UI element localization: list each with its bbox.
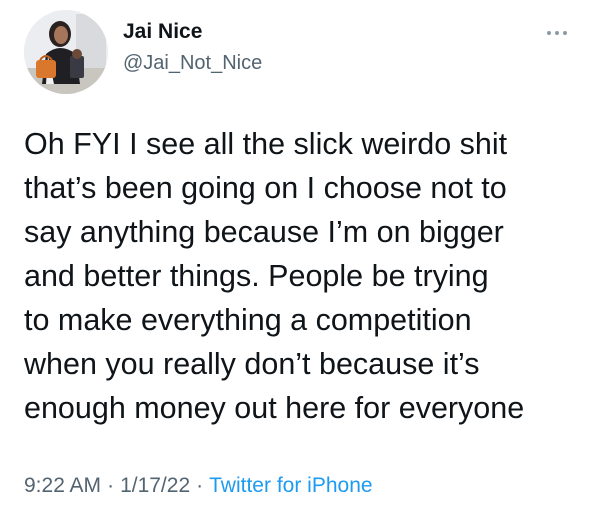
user-handle[interactable]: @Jai_Not_Nice	[123, 52, 262, 75]
tweet-text-line: and better things. People be trying	[24, 259, 489, 293]
tweet-text-line: enough money out here for everyone	[24, 391, 525, 425]
tweet-text: Oh FYI I see all the slick weirdo shit t…	[24, 122, 584, 430]
more-options-button[interactable]	[540, 20, 574, 44]
tweet-text-line: say anything because I’m on bigger	[24, 215, 504, 249]
profile-photo-icon	[24, 10, 108, 94]
meta-separator: ·	[107, 474, 115, 497]
profile-avatar[interactable]	[24, 10, 108, 94]
tweet-card: Jai Nice @Jai_Not_Nice Oh FYI I see all …	[0, 0, 595, 508]
more-icon-dot	[555, 31, 559, 35]
display-name[interactable]: Jai Nice	[123, 20, 202, 44]
meta-separator: ·	[196, 474, 204, 497]
more-icon-dot	[563, 31, 567, 35]
tweet-text-line: Oh FYI I see all the slick weirdo shit	[24, 127, 508, 161]
tweet-metadata: 9:22 AM · 1/17/22 · Twitter for iPhone	[24, 474, 373, 498]
tweet-source-link[interactable]: Twitter for iPhone	[209, 474, 372, 497]
tweet-text-line: to make everything a competition	[24, 303, 472, 337]
tweet-text-line: when you really don’t because it’s	[24, 347, 480, 381]
tweet-time[interactable]: 9:22 AM	[24, 474, 101, 497]
tweet-date[interactable]: 1/17/22	[120, 474, 190, 497]
tweet-text-line: that’s been going on I choose not to	[24, 171, 507, 205]
more-icon-dot	[547, 31, 551, 35]
